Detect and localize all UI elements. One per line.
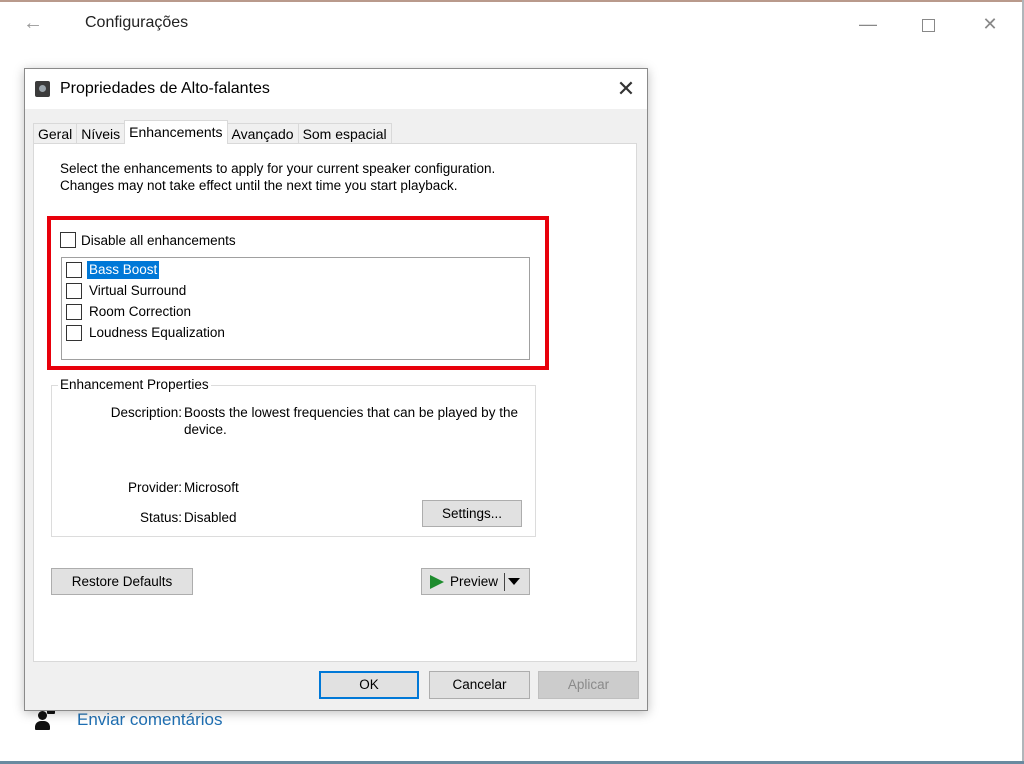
apply-button[interactable]: Aplicar xyxy=(538,671,639,699)
speaker-properties-dialog: Propriedades de Alto-falantes ✕ Geral Ní… xyxy=(24,68,648,711)
preview-split-button[interactable]: Preview xyxy=(421,568,530,595)
enhancements-list[interactable]: Bass Boost Virtual Surround Room Correct… xyxy=(61,257,530,360)
tab-enhancements[interactable]: Enhancements xyxy=(124,120,228,144)
intro-text: Select the enhancements to apply for you… xyxy=(60,161,496,193)
cancel-button[interactable]: Cancelar xyxy=(429,671,530,699)
list-item-label: Virtual Surround xyxy=(89,283,187,298)
feedback-person-icon xyxy=(33,708,57,732)
settings-titlebar: ← Configurações — ✕ xyxy=(0,2,1022,44)
list-item-label: Bass Boost xyxy=(87,261,160,279)
settings-title: Configurações xyxy=(85,14,189,31)
checkbox[interactable] xyxy=(66,262,82,278)
checkbox[interactable] xyxy=(66,325,82,341)
list-item-label: Room Correction xyxy=(89,304,192,319)
dialog-title: Propriedades de Alto-falantes xyxy=(60,80,270,97)
description-value: Boosts the lowest frequencies that can b… xyxy=(184,405,518,437)
list-item-room-correction[interactable]: Room Correction xyxy=(66,302,193,322)
enhancements-panel: Select the enhancements to apply for you… xyxy=(33,143,637,662)
maximize-icon xyxy=(921,18,935,32)
provider-value: Microsoft xyxy=(184,480,239,495)
description-label: Description: xyxy=(110,405,182,420)
checkbox[interactable] xyxy=(60,232,76,248)
back-button[interactable]: ← xyxy=(20,10,46,36)
checkbox[interactable] xyxy=(66,283,82,299)
chevron-down-icon[interactable] xyxy=(508,578,521,585)
close-window-button[interactable]: ✕ xyxy=(975,10,1005,38)
list-item-loudness-equalization[interactable]: Loudness Equalization xyxy=(66,323,227,343)
settings-button[interactable]: Settings... xyxy=(422,500,522,527)
close-icon: ✕ xyxy=(616,76,636,101)
disable-all-enhancements-checkbox[interactable]: Disable all enhancements xyxy=(60,232,236,248)
close-icon: ✕ xyxy=(982,14,998,34)
tab-som-espacial[interactable]: Som espacial xyxy=(297,123,392,144)
tab-avancado[interactable]: Avançado xyxy=(226,123,299,144)
play-icon xyxy=(430,574,444,589)
enhancement-properties-group: Enhancement Properties Description: Boos… xyxy=(51,377,536,537)
tab-geral[interactable]: Geral xyxy=(33,123,78,144)
arrow-left-icon: ← xyxy=(23,12,43,34)
maximize-button[interactable] xyxy=(913,10,943,38)
tab-bar: Geral Níveis Enhancements Avançado Som e… xyxy=(33,120,392,144)
description-row: Description: Boosts the lowest frequenci… xyxy=(52,404,532,444)
list-item-label: Loudness Equalization xyxy=(89,325,225,340)
minimize-icon: — xyxy=(859,14,877,34)
group-legend: Enhancement Properties xyxy=(58,377,211,392)
dialog-titlebar[interactable]: Propriedades de Alto-falantes ✕ xyxy=(25,69,647,109)
send-feedback-label[interactable]: Enviar comentários xyxy=(77,710,223,730)
dialog-close-button[interactable]: ✕ xyxy=(612,75,640,103)
speaker-icon xyxy=(35,81,50,97)
provider-label: Provider: xyxy=(127,480,182,495)
disable-all-label: Disable all enhancements xyxy=(81,232,236,248)
list-item-bass-boost[interactable]: Bass Boost xyxy=(66,260,160,280)
split-separator xyxy=(504,572,506,591)
preview-label: Preview xyxy=(450,574,499,589)
ok-button[interactable]: OK xyxy=(319,671,419,699)
list-item-virtual-surround[interactable]: Virtual Surround xyxy=(66,281,188,301)
restore-defaults-button[interactable]: Restore Defaults xyxy=(51,568,193,595)
provider-row: Provider: Microsoft xyxy=(52,479,532,497)
checkbox[interactable] xyxy=(66,304,82,320)
tab-niveis[interactable]: Níveis xyxy=(76,123,126,144)
status-label: Status: xyxy=(139,510,182,525)
minimize-button[interactable]: — xyxy=(853,10,883,38)
